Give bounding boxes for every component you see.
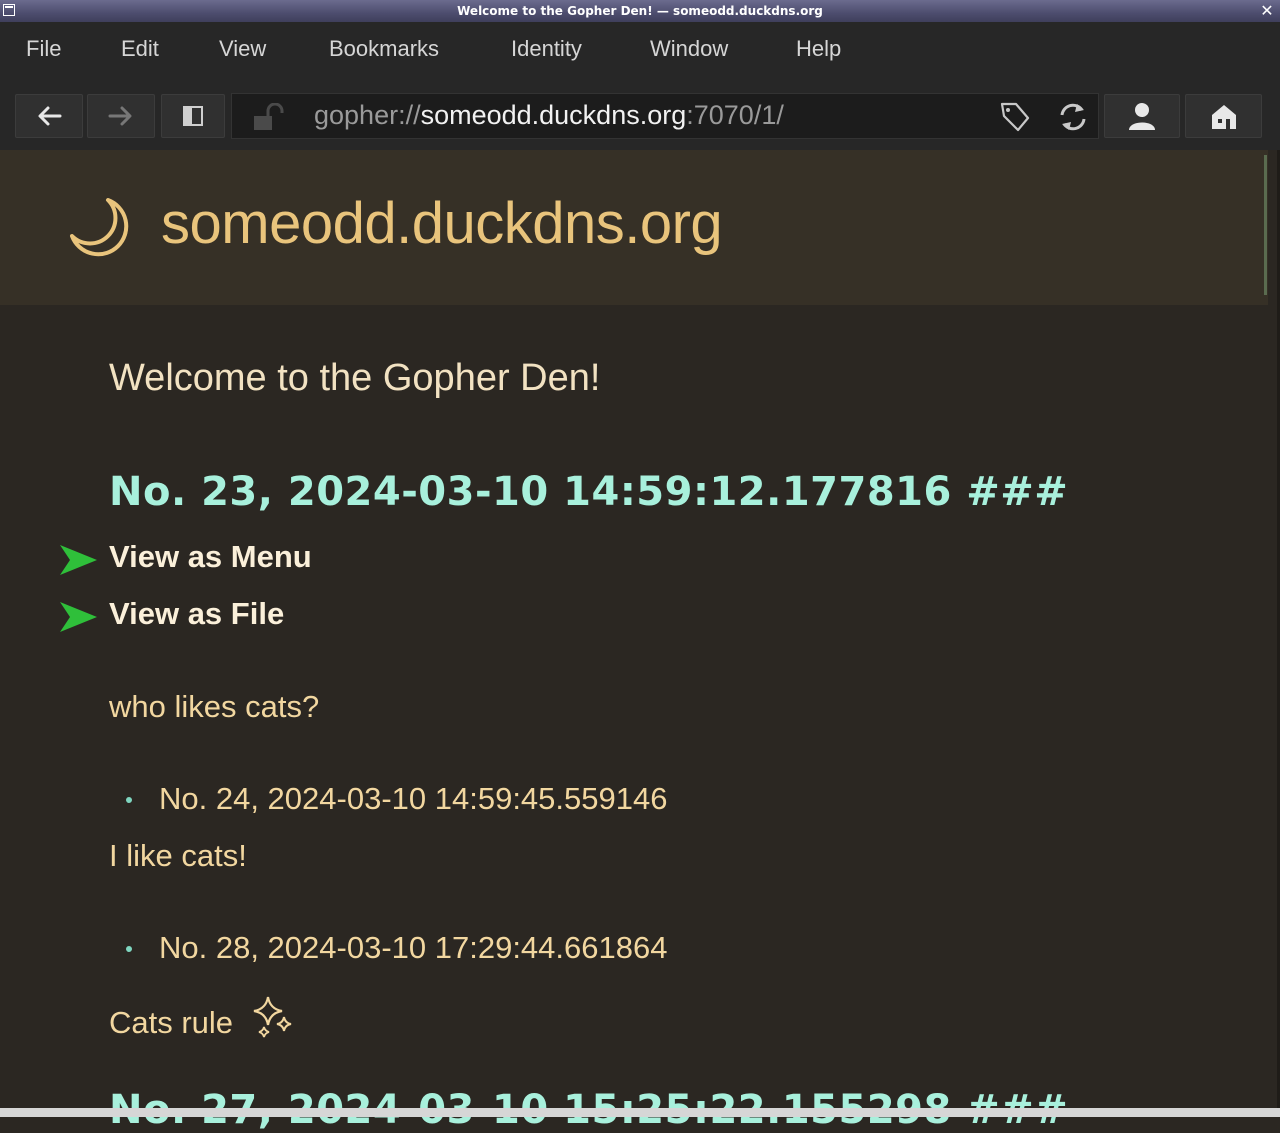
list-bullet [126,797,132,803]
home-button[interactable] [1185,94,1262,138]
sidebar-toggle-icon [183,106,203,126]
menu-window[interactable]: Window [650,36,728,62]
back-button[interactable] [15,94,83,138]
reply-body: I like cats! [109,838,247,873]
link-arrow-icon [60,602,97,632]
sparkles-icon [253,996,291,1038]
page-content: Welcome to the Gopher Den! No. 23, 2024-… [0,305,1268,1133]
reload-icon[interactable] [1056,100,1090,134]
list-bullet [126,946,132,952]
user-icon [1129,103,1155,130]
window-titlebar: Welcome to the Gopher Den! — someodd.duc… [0,0,1280,22]
status-bar [0,1108,1280,1117]
crescent-moon-icon [70,198,129,257]
link-label[interactable]: View as File [109,596,284,632]
toolbar: gopher://someodd.duckdns.org:7070/1/ [0,80,1280,150]
close-icon: ✕ [1260,1,1274,20]
address-text[interactable]: gopher://someodd.duckdns.org:7070/1/ [314,100,784,131]
url-path: :7070/1/ [686,100,784,130]
window-menu-icon[interactable] [3,4,15,16]
window-close-button[interactable]: ✕ [1258,1,1276,21]
address-bar[interactable]: gopher://someodd.duckdns.org:7070/1/ [231,93,1099,139]
identity-button[interactable] [1104,94,1180,138]
page-welcome: Welcome to the Gopher Den! [109,357,601,399]
menu-view[interactable]: View [219,36,266,62]
reply-title: No. 24, 2024-03-10 14:59:45.559146 [159,781,668,816]
menu-bookmarks[interactable]: Bookmarks [329,36,439,62]
reply-body-row: Cats rule [109,987,296,1041]
reply-body: Cats rule [109,1005,234,1040]
url-host: someodd.duckdns.org [420,100,687,130]
forward-button[interactable] [87,94,155,138]
unlocked-padlock-icon [254,103,284,130]
post-body: who likes cats? [109,689,320,724]
scrollbar-thumb[interactable] [1264,155,1267,295]
menubar: File Edit View Bookmarks Identity Window… [0,22,1280,80]
arrow-left-icon [38,106,62,126]
menu-help[interactable]: Help [796,36,841,62]
reply-title: No. 28, 2024-03-10 17:29:44.661864 [159,930,668,965]
menu-identity[interactable]: Identity [511,36,582,62]
url-scheme: gopher:// [314,100,421,130]
post-heading: No. 23, 2024-03-10 14:59:12.177816 ### [109,469,1069,515]
link-label[interactable]: View as Menu [109,539,312,575]
link-arrow-icon [60,545,97,575]
menu-edit[interactable]: Edit [121,36,159,62]
window-title: Welcome to the Gopher Den! — someodd.duc… [457,4,823,18]
tag-icon[interactable] [994,100,1034,134]
site-title: someodd.duckdns.org [161,191,723,256]
sidebar-toggle-button[interactable] [161,94,225,138]
site-banner: someodd.duckdns.org [0,150,1268,305]
menu-file[interactable]: File [26,36,61,62]
home-icon [1211,105,1236,129]
arrow-right-icon [108,106,132,126]
